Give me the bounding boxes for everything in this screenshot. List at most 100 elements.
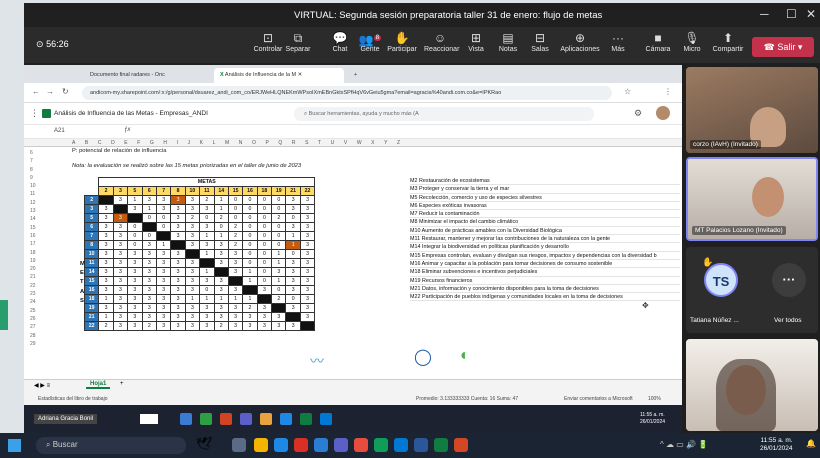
- matrix-cell[interactable]: 3: [227, 258, 244, 268]
- matrix-cell[interactable]: 1: [242, 267, 258, 277]
- self-video[interactable]: [686, 339, 818, 431]
- matrix-cell[interactable]: 3: [98, 213, 114, 223]
- more-button[interactable]: ··· Más: [602, 31, 634, 53]
- matrix-cell[interactable]: 0: [256, 195, 273, 205]
- excel-icon[interactable]: [434, 438, 448, 452]
- matrix-cell[interactable]: 1: [242, 276, 258, 286]
- meta-number-cell[interactable]: 15: [227, 186, 244, 196]
- row-number[interactable]: 20: [30, 265, 46, 273]
- taskbar-app-icon[interactable]: [240, 413, 252, 425]
- meta-number-cell[interactable]: 16: [242, 186, 258, 196]
- matrix-cell[interactable]: 0: [256, 204, 273, 214]
- matrix-cell[interactable]: 3: [127, 303, 143, 313]
- matrix-cell[interactable]: 3: [184, 240, 201, 250]
- row-label-cell[interactable]: 22: [83, 321, 100, 331]
- row-label-cell[interactable]: 18: [83, 294, 100, 304]
- matrix-cell[interactable]: 3: [98, 231, 114, 241]
- matrix-cell[interactable]: [299, 321, 316, 331]
- matrix-cell[interactable]: 3: [213, 285, 229, 295]
- participant-video[interactable]: corzo (IAvH) (Invitado): [686, 67, 818, 153]
- minimize-icon[interactable]: ─: [760, 7, 769, 21]
- row-label-cell[interactable]: 15: [83, 276, 100, 286]
- matrix-cell[interactable]: 1: [98, 294, 114, 304]
- widget-icon[interactable]: 🕊: [196, 436, 213, 452]
- menu-icon[interactable]: ⋮: [664, 87, 672, 96]
- matrix-cell[interactable]: 3: [98, 285, 114, 295]
- row-number[interactable]: 7: [30, 157, 46, 165]
- matrix-cell[interactable]: 2: [184, 213, 201, 223]
- matrix-cell[interactable]: 3: [112, 258, 129, 268]
- app-icon[interactable]: [354, 438, 368, 452]
- matrix-cell[interactable]: 0: [256, 240, 273, 250]
- matrix-cell[interactable]: 0: [285, 213, 301, 223]
- meta-number-cell[interactable]: 6: [141, 186, 157, 196]
- meta-number-cell[interactable]: 10: [184, 186, 201, 196]
- matrix-cell[interactable]: 1: [213, 195, 229, 205]
- mic-button[interactable]: 🎙 Micro: [676, 31, 708, 53]
- row-number[interactable]: 28: [30, 332, 46, 340]
- matrix-cell[interactable]: 3: [141, 285, 157, 295]
- matrix-cell[interactable]: [213, 267, 229, 277]
- matrix-cell[interactable]: 3: [285, 303, 301, 313]
- matrix-cell[interactable]: 0: [256, 231, 273, 241]
- new-tab-button[interactable]: +: [348, 68, 363, 83]
- worksheet-grid[interactable]: ABCDEFGHIJKLMNOPQRSTUVWXYZ 6 7 8 9 10 11 12 13 1…: [24, 139, 682, 379]
- matrix-cell[interactable]: 3: [112, 267, 129, 277]
- matrix-cell[interactable]: 0: [271, 285, 287, 295]
- matrix-cell[interactable]: 3: [98, 222, 114, 232]
- row-number[interactable]: 22: [30, 282, 46, 290]
- meta-number-cell[interactable]: 18: [256, 186, 273, 196]
- matrix-cell[interactable]: 0: [242, 222, 258, 232]
- matrix-cell[interactable]: 3: [155, 276, 172, 286]
- matrix-cell[interactable]: 3: [184, 195, 201, 205]
- teams-icon[interactable]: [334, 438, 348, 452]
- people-button[interactable]: 👥 8 Gente: [354, 31, 386, 53]
- star-icon[interactable]: ☆: [624, 87, 631, 96]
- feedback-link[interactable]: Enviar comentarios a Microsoft: [564, 396, 633, 402]
- matrix-cell[interactable]: 3: [285, 195, 301, 205]
- matrix-cell[interactable]: 3: [141, 312, 157, 322]
- taskbar-app-icon[interactable]: [300, 413, 312, 425]
- matrix-cell[interactable]: 1: [199, 231, 215, 241]
- matrix-cell[interactable]: 3: [199, 276, 215, 286]
- matrix-cell[interactable]: 3: [285, 285, 301, 295]
- row-label-cell[interactable]: 19: [83, 303, 100, 313]
- matrix-cell[interactable]: 3: [112, 294, 129, 304]
- matrix-cell[interactable]: 3: [299, 213, 316, 223]
- row-number[interactable]: 14: [30, 215, 46, 223]
- matrix-cell[interactable]: 3: [271, 312, 287, 322]
- matrix-cell[interactable]: 3: [227, 312, 244, 322]
- matrix-cell[interactable]: 3: [227, 285, 244, 295]
- matrix-cell[interactable]: 3: [112, 312, 129, 322]
- matrix-cell[interactable]: 3: [285, 276, 301, 286]
- matrix-cell[interactable]: 3: [155, 285, 172, 295]
- matrix-cell[interactable]: 0: [271, 240, 287, 250]
- matrix-cell[interactable]: 1: [199, 294, 215, 304]
- back-icon[interactable]: ←: [32, 87, 40, 96]
- matrix-cell[interactable]: 2: [271, 213, 287, 223]
- matrix-cell[interactable]: 3: [184, 276, 201, 286]
- matrix-cell[interactable]: 1: [213, 231, 229, 241]
- matrix-cell[interactable]: 3: [170, 222, 186, 232]
- function-icon[interactable]: ƒx: [124, 127, 130, 133]
- matrix-cell[interactable]: 3: [170, 303, 186, 313]
- see-all-button[interactable]: Ver todos: [774, 317, 801, 324]
- matrix-cell[interactable]: 3: [98, 267, 114, 277]
- matrix-cell[interactable]: 3: [127, 285, 143, 295]
- matrix-cell[interactable]: 0: [242, 213, 258, 223]
- matrix-cell[interactable]: 3: [184, 285, 201, 295]
- word-icon[interactable]: [414, 438, 428, 452]
- excel-search-input[interactable]: ⌕ Buscar herramientas, ayuda y mucho más…: [294, 107, 594, 121]
- taskbar-app-icon[interactable]: [280, 413, 292, 425]
- matrix-cell[interactable]: 3: [271, 267, 287, 277]
- matrix-cell[interactable]: 1: [285, 231, 301, 241]
- matrix-cell[interactable]: 3: [112, 195, 129, 205]
- matrix-cell[interactable]: 3: [199, 303, 215, 313]
- matrix-cell[interactable]: 1: [127, 195, 143, 205]
- matrix-cell[interactable]: 1: [227, 294, 244, 304]
- matrix-cell[interactable]: 2: [227, 222, 244, 232]
- react-button[interactable]: ☺ Reaccionar: [424, 31, 459, 53]
- matrix-cell[interactable]: 0: [141, 213, 157, 223]
- matrix-cell[interactable]: 0: [213, 222, 229, 232]
- matrix-cell[interactable]: 0: [242, 231, 258, 241]
